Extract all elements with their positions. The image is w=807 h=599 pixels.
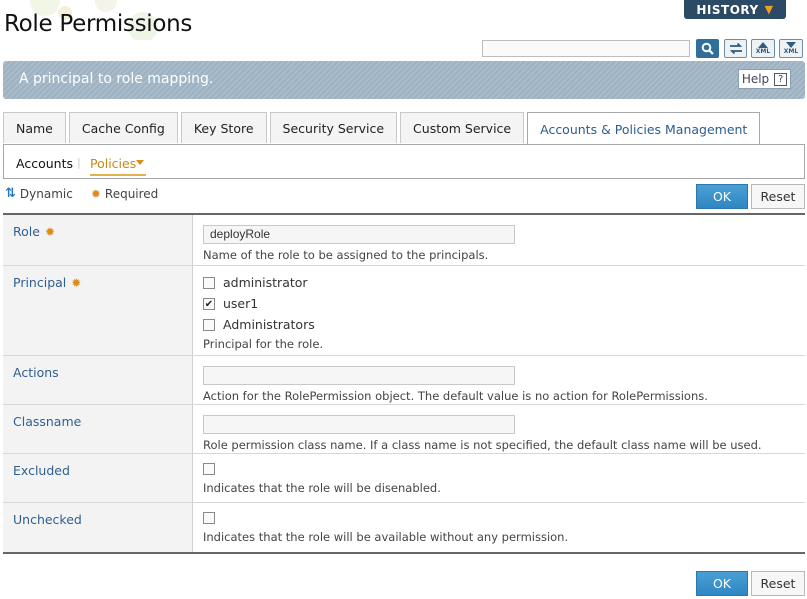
dynamic-icon: ⇅ bbox=[5, 186, 16, 201]
xml-import-icon: XML bbox=[784, 42, 798, 55]
banner-text: A principal to role mapping. bbox=[19, 71, 214, 87]
ok-button-bottom[interactable]: OK bbox=[696, 571, 748, 596]
actions-label: Actions bbox=[3, 356, 193, 404]
xml-import-button[interactable]: XML bbox=[779, 39, 803, 58]
tab-accounts-policies[interactable]: Accounts & Policies Management bbox=[527, 112, 761, 145]
tab-key-store[interactable]: Key Store bbox=[180, 112, 267, 143]
description-banner: A principal to role mapping. Help ? bbox=[3, 61, 805, 99]
swap-icon bbox=[729, 42, 742, 55]
tab-cache-config[interactable]: Cache Config bbox=[68, 112, 178, 143]
page-title: Role Permissions bbox=[4, 11, 193, 37]
excluded-description: Indicates that the role will be disenabl… bbox=[203, 481, 441, 495]
principal-checkbox-user1[interactable]: ✔ bbox=[203, 297, 215, 310]
classname-input[interactable] bbox=[203, 414, 515, 434]
role-description: Name of the role to be assigned to the p… bbox=[203, 247, 489, 262]
excluded-label: Excluded bbox=[3, 454, 193, 502]
principal-option-label: user1 bbox=[223, 296, 259, 311]
legend-required: Required bbox=[104, 186, 159, 201]
active-underline bbox=[90, 174, 146, 176]
form-row-actions: Actions Action for the RolePermission ob… bbox=[3, 356, 805, 405]
unchecked-checkbox[interactable] bbox=[203, 512, 215, 524]
subnav-policies[interactable]: Policies bbox=[90, 156, 136, 171]
role-permission-form: Role✹ Name of the role to be assigned to… bbox=[3, 213, 805, 554]
xml-export-button[interactable]: XML bbox=[751, 39, 775, 58]
required-icon: ✹ bbox=[90, 186, 101, 201]
xml-export-icon: XML bbox=[756, 42, 770, 55]
history-button[interactable]: HISTORY ▼ bbox=[684, 0, 786, 19]
principal-description: Principal for the role. bbox=[203, 337, 324, 351]
principal-option-label: administrator bbox=[223, 275, 308, 290]
actions-description: Action for the RolePermission object. Th… bbox=[203, 388, 708, 403]
principal-option-label: Administrators bbox=[223, 317, 315, 332]
required-icon: ✹ bbox=[44, 225, 55, 239]
tab-name[interactable]: Name bbox=[3, 112, 66, 143]
principal-checkbox-administrators[interactable] bbox=[203, 318, 215, 331]
subnav-accounts[interactable]: Accounts bbox=[16, 156, 73, 171]
tab-custom-service[interactable]: Custom Service bbox=[400, 112, 525, 143]
history-label: HISTORY bbox=[696, 2, 759, 17]
tab-bar: Name Cache Config Key Store Security Ser… bbox=[3, 112, 761, 145]
actions-input[interactable] bbox=[203, 365, 515, 385]
classname-description: Role permission class name. If a class n… bbox=[203, 437, 762, 452]
form-row-role: Role✹ Name of the role to be assigned to… bbox=[3, 215, 805, 266]
required-icon: ✹ bbox=[71, 276, 82, 290]
form-row-excluded: Excluded Indicates that the role will be… bbox=[3, 454, 805, 503]
excluded-checkbox[interactable] bbox=[203, 463, 215, 475]
principal-option: Administrators bbox=[203, 314, 795, 335]
reset-button-bottom[interactable]: Reset bbox=[751, 571, 805, 596]
role-input[interactable] bbox=[203, 224, 515, 244]
help-icon: ? bbox=[774, 72, 788, 86]
unchecked-label: Unchecked bbox=[3, 503, 193, 552]
sub-navigation: Accounts | Policies bbox=[3, 144, 805, 179]
classname-label: Classname bbox=[3, 405, 193, 453]
tab-security-service[interactable]: Security Service bbox=[269, 112, 398, 143]
legend: ⇅ Dynamic ✹ Required bbox=[5, 186, 158, 201]
principal-checkbox-administrator[interactable] bbox=[203, 276, 215, 289]
search-button[interactable] bbox=[696, 39, 719, 58]
form-row-principal: Principal ✹ administrator ✔ user1 Adminis… bbox=[3, 266, 805, 356]
principal-option: ✔ user1 bbox=[203, 293, 795, 314]
chevron-down-icon: ▼ bbox=[764, 3, 774, 16]
search-icon bbox=[701, 42, 714, 55]
form-row-classname: Classname Role permission class name. If… bbox=[3, 405, 805, 454]
unchecked-description: Indicates that the role will be availabl… bbox=[203, 530, 569, 544]
principal-label: Principal ✹ bbox=[3, 266, 193, 355]
principal-option: administrator bbox=[203, 272, 795, 293]
help-label: Help bbox=[741, 72, 770, 86]
reset-button-top[interactable]: Reset bbox=[751, 184, 805, 209]
caret-down-icon[interactable] bbox=[136, 160, 144, 165]
search-input[interactable] bbox=[482, 40, 690, 57]
role-label: Role ✹ bbox=[3, 215, 193, 265]
help-button[interactable]: Help ? bbox=[738, 69, 791, 89]
subnav-separator: | bbox=[77, 156, 81, 169]
ok-button-top[interactable]: OK bbox=[696, 184, 748, 209]
form-row-unchecked: Unchecked Indicates that the role will b… bbox=[3, 503, 805, 552]
legend-dynamic: Dynamic bbox=[19, 186, 73, 201]
swap-button[interactable] bbox=[724, 39, 747, 58]
